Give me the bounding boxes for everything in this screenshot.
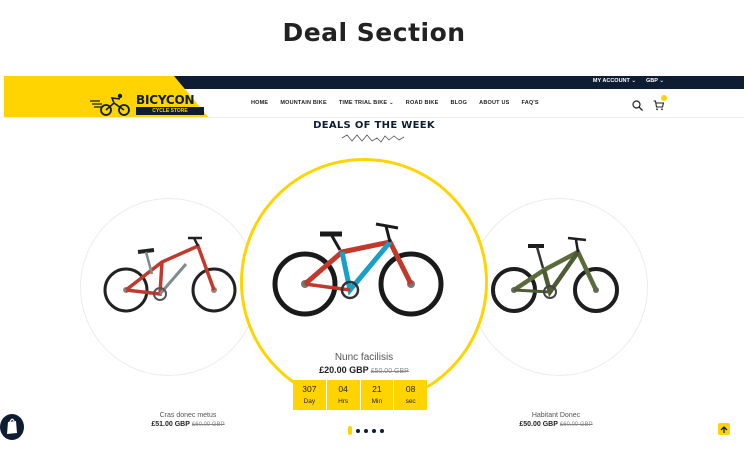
carousel-dots bbox=[348, 426, 384, 435]
countdown-label: Hrs bbox=[338, 398, 349, 405]
carousel-dot-active[interactable] bbox=[348, 426, 352, 435]
section-title: DEALS OF THE WEEK bbox=[313, 120, 435, 131]
nav-item-mountain-bike[interactable]: MOUNTAIN BIKE bbox=[280, 100, 327, 106]
carousel-dot[interactable] bbox=[356, 428, 360, 433]
nav-item-road-bike[interactable]: ROAD BIKE bbox=[406, 100, 439, 106]
old-price: £50.00 GBP bbox=[370, 368, 409, 375]
product-name[interactable]: Habitant Donec bbox=[456, 412, 656, 419]
countdown-label: sec bbox=[405, 398, 416, 405]
countdown-label: Min bbox=[371, 398, 383, 405]
arrow-up-icon bbox=[720, 426, 728, 433]
countdown-value: 08 bbox=[405, 384, 416, 394]
carousel-dot[interactable] bbox=[364, 428, 368, 433]
main-navbar: HOME MOUNTAIN BIKE TIME TRIAL BIKE ⌄ ROA… bbox=[4, 89, 744, 118]
carousel-dot[interactable] bbox=[380, 428, 384, 433]
countdown-value: 307 bbox=[302, 384, 317, 394]
sale-price: £51.00 GBP bbox=[151, 421, 190, 428]
countdown-value: 04 bbox=[338, 384, 348, 394]
cart-count-badge bbox=[661, 95, 667, 101]
nav-item-time-trial-bike[interactable]: TIME TRIAL BIKE ⌄ bbox=[339, 100, 394, 106]
folding-bike-image[interactable] bbox=[102, 234, 238, 318]
full-suspension-bike-image[interactable] bbox=[490, 230, 620, 318]
product-price: £51.00 GBP £60.00 GBP bbox=[88, 421, 288, 428]
my-account-link[interactable]: MY ACCOUNT ⌄ bbox=[593, 78, 636, 84]
squiggle-divider-icon bbox=[341, 134, 405, 143]
nav-item-home[interactable]: HOME bbox=[251, 100, 268, 106]
countdown-label: Day bbox=[303, 398, 316, 405]
store-screenshot: MY ACCOUNT ⌄ GBP ⌄ BICYCON CYCLE STORE H… bbox=[4, 76, 744, 465]
old-price: £60.00 GBP bbox=[559, 422, 593, 428]
back-to-top-button[interactable] bbox=[718, 423, 730, 435]
countdown-seconds: 08 sec bbox=[394, 380, 427, 410]
nav-item-about-us[interactable]: ABOUT US bbox=[479, 100, 509, 106]
old-price: £60.00 GBP bbox=[191, 422, 225, 428]
currency-select[interactable]: GBP ⌄ bbox=[646, 78, 664, 84]
product-price: £50.00 GBP £60.00 GBP bbox=[456, 421, 656, 428]
carousel-dot[interactable] bbox=[372, 428, 376, 433]
product-name[interactable]: Cras donec metus bbox=[88, 412, 288, 419]
cart-icon[interactable] bbox=[653, 95, 667, 116]
page-heading: Deal Section bbox=[282, 18, 466, 47]
main-menu: HOME MOUNTAIN BIKE TIME TRIAL BIKE ⌄ ROA… bbox=[251, 100, 539, 106]
countdown-days: 307 Day bbox=[293, 380, 327, 410]
countdown-value: 21 bbox=[372, 384, 382, 394]
featured-product-price: £20.00 GBP £50.00 GBP bbox=[264, 365, 464, 375]
nav-item-faqs[interactable]: FAQ'S bbox=[521, 100, 538, 106]
search-icon[interactable] bbox=[632, 98, 643, 116]
countdown-minutes: 21 Min bbox=[361, 380, 395, 410]
sale-price: £50.00 GBP bbox=[519, 421, 558, 428]
sale-price: £20.00 GBP bbox=[319, 365, 369, 375]
featured-product-name[interactable]: Nunc facilisis bbox=[264, 352, 464, 363]
countdown-timer: 307 Day 04 Hrs 21 Min 08 sec bbox=[293, 380, 427, 410]
shopify-badge-icon[interactable] bbox=[0, 414, 24, 440]
mountain-bike-image[interactable] bbox=[272, 212, 444, 318]
nav-item-blog[interactable]: BLOG bbox=[450, 100, 467, 106]
countdown-hours: 04 Hrs bbox=[327, 380, 361, 410]
